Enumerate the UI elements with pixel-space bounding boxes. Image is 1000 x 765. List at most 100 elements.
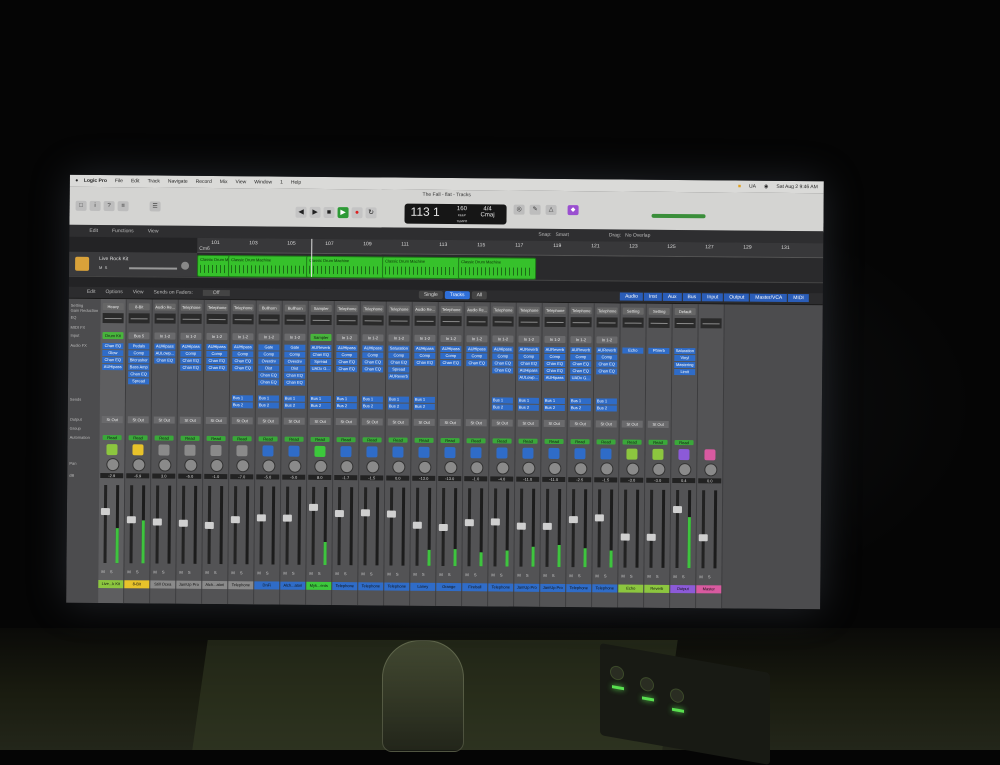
mute-solo-buttons[interactable]: M S <box>205 570 218 575</box>
plugin-slot[interactable]: Comp <box>180 351 201 357</box>
channel-strip[interactable]: TelephoneIn 1-2AUHipassCompChan EQChan E… <box>176 300 205 604</box>
channel-setting-button[interactable]: Telephone <box>441 306 462 313</box>
plugin-slot[interactable]: AUHipass <box>180 344 201 350</box>
plugin-slot[interactable]: Chan EQ <box>284 380 305 386</box>
automation-mode-button[interactable]: Read <box>519 439 538 444</box>
plugin-slot[interactable]: Bitcrusher <box>128 357 149 363</box>
plugin-slot[interactable]: AUReverb <box>596 347 617 353</box>
output-slot[interactable]: St Out <box>206 417 227 424</box>
send-slot[interactable]: Bus 1 <box>310 396 331 402</box>
mute-solo-buttons[interactable]: M S <box>439 572 452 577</box>
send-slot[interactable]: Bus 1 <box>544 398 565 404</box>
input-slot[interactable]: In 1-2 <box>284 334 305 341</box>
channel-name[interactable]: Telephone <box>358 582 383 590</box>
automation-mode-button[interactable]: Read <box>181 436 200 441</box>
output-slot[interactable]: St Out <box>622 421 643 428</box>
output-slot[interactable]: St Out <box>440 419 461 426</box>
plugin-slot[interactable]: Comp <box>284 352 305 358</box>
output-slot[interactable]: St Out <box>466 419 487 426</box>
plugin-slot[interactable]: AUHipass <box>440 346 461 352</box>
menu-window[interactable]: Window <box>254 179 272 185</box>
input-slot[interactable]: Sampler <box>310 334 331 341</box>
eq-thumbnail[interactable] <box>363 315 384 325</box>
count-in-icon[interactable]: ✎ <box>530 205 541 215</box>
input-slot[interactable]: In 1-2 <box>466 335 487 342</box>
volume-fader-cap[interactable] <box>595 514 604 521</box>
eq-thumbnail[interactable] <box>181 314 202 324</box>
plugin-slot[interactable]: Chan EQ <box>232 358 253 364</box>
drag-select[interactable]: No Overlap <box>625 233 650 239</box>
volume-fader-cap[interactable] <box>257 514 266 521</box>
plugin-slot[interactable]: Chan EQ <box>232 365 253 371</box>
output-slot[interactable]: St Out <box>102 416 123 423</box>
plugin-slot[interactable]: Chan EQ <box>492 367 513 373</box>
channel-strip[interactable]: SettingPtVerbSt OutRead-3.0M SReverb <box>644 304 673 608</box>
channel-name[interactable]: Telephone <box>228 581 253 589</box>
mute-solo-buttons[interactable]: M S <box>309 571 322 576</box>
channel-strip[interactable]: TelephoneIn 1-2AUReverbCompChan EQChan E… <box>592 303 621 607</box>
channel-setting-button[interactable]: Telephone <box>493 306 514 313</box>
plugin-slot[interactable]: Chan EQ <box>362 366 383 372</box>
channel-name[interactable]: Myk...ents <box>306 582 331 590</box>
output-slot[interactable]: St Out <box>258 417 279 424</box>
volume-fader-cap[interactable] <box>517 523 526 530</box>
eq-thumbnail[interactable] <box>259 314 280 324</box>
mixer-edit-menu[interactable]: Edit <box>87 289 96 295</box>
send-slot[interactable]: Bus 2 <box>362 403 383 409</box>
output-slot[interactable]: St Out <box>232 417 253 424</box>
volume-fader-cap[interactable] <box>127 516 136 523</box>
mute-solo-buttons[interactable]: M S <box>99 265 107 270</box>
output-slot[interactable]: St Out <box>284 418 305 425</box>
filter-audio-button[interactable]: Audio <box>620 293 643 301</box>
plugin-slot[interactable]: Chan EQ <box>180 365 201 371</box>
pan-knob[interactable] <box>652 463 665 476</box>
plugin-slot[interactable]: Chan EQ <box>154 357 175 363</box>
automation-mode-button[interactable]: Read <box>597 439 616 444</box>
plugin-slot[interactable]: Chan EQ <box>102 357 123 363</box>
send-slot[interactable]: Bus 2 <box>258 402 279 408</box>
menu-mix[interactable]: Mix <box>220 179 228 185</box>
channel-setting-button[interactable]: Sampler <box>311 305 332 312</box>
output-slot[interactable]: St Out <box>362 418 383 425</box>
send-slot[interactable]: Bus 2 <box>518 405 539 411</box>
automation-mode-button[interactable]: Read <box>675 440 694 445</box>
pan-knob[interactable] <box>444 461 457 474</box>
channel-setting-button[interactable]: Audio Re... <box>155 303 176 310</box>
region[interactable]: Classic Drum Machine <box>228 255 308 278</box>
mute-solo-buttons[interactable]: M S <box>543 573 556 578</box>
plugin-slot[interactable]: Chan EQ <box>492 360 513 366</box>
plugin-slot[interactable]: AUHipass <box>492 346 513 352</box>
output-slot[interactable]: St Out <box>336 418 357 425</box>
send-slot[interactable]: Bus 2 <box>414 404 435 410</box>
help-button[interactable]: ? <box>104 201 115 211</box>
channel-name[interactable]: Telephone <box>566 584 591 592</box>
output-slot[interactable]: St Out <box>154 416 175 423</box>
output-slot[interactable]: St Out <box>128 416 149 423</box>
pan-knob[interactable] <box>548 462 561 475</box>
automation-mode-button[interactable]: Read <box>311 437 330 442</box>
mute-solo-buttons[interactable]: M S <box>101 569 114 574</box>
output-slot[interactable]: St Out <box>414 419 435 426</box>
inspector-button[interactable]: i <box>90 201 101 211</box>
output-slot[interactable]: St Out <box>388 419 409 426</box>
eq-thumbnail[interactable] <box>701 318 722 328</box>
automation-mode-button[interactable]: Read <box>493 438 512 443</box>
mixer-view-menu[interactable]: View <box>133 289 144 295</box>
library-button[interactable]: □ <box>76 201 87 211</box>
menu-app[interactable]: Logic Pro <box>84 178 107 184</box>
send-slot[interactable]: Bus 2 <box>492 404 513 410</box>
channel-strip[interactable]: BullhornIn 1-2GateCompOverdrvDistChan EQ… <box>254 300 283 604</box>
plugin-slot[interactable]: Comp <box>596 354 617 360</box>
eq-thumbnail[interactable] <box>389 316 410 326</box>
eq-thumbnail[interactable] <box>233 314 254 324</box>
eq-thumbnail[interactable] <box>649 318 670 328</box>
automation-mode-button[interactable]: Read <box>571 439 590 444</box>
pan-knob[interactable] <box>340 460 353 473</box>
plugin-slot[interactable]: AUHipass <box>232 344 253 350</box>
pan-knob[interactable] <box>600 462 613 475</box>
tracks-edit-menu[interactable]: Edit <box>89 228 98 234</box>
send-slot[interactable]: Bus 2 <box>388 404 409 410</box>
menu-track[interactable]: Track <box>148 178 160 184</box>
filter-midi-button[interactable]: MIDI <box>788 294 809 302</box>
channel-name[interactable]: Telephone <box>488 583 513 591</box>
